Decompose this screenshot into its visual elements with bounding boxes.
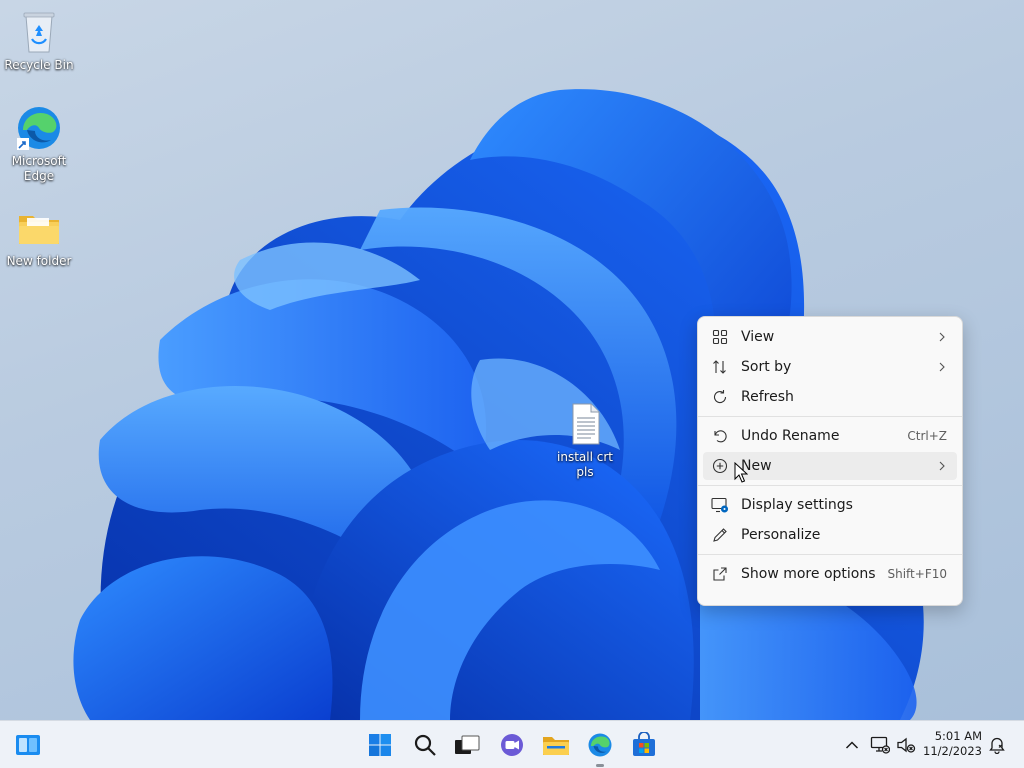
menu-item-label: New [741,458,772,474]
desktop-icon-label: New folder [6,254,72,268]
menu-item-view[interactable]: View [703,323,957,351]
desktop-icon-microsoft-edge[interactable]: Microsoft Edge [3,104,75,184]
menu-item-personalize[interactable]: Personalize [703,521,957,549]
desktop-icon-install-crt-pls[interactable]: install crt pls [549,400,621,480]
task-view-icon [455,735,480,754]
taskbar-chat-button[interactable] [496,729,528,761]
taskbar-widgets-button[interactable] [12,729,44,761]
sort-arrows-icon [710,357,730,377]
menu-item-label: Display settings [741,497,853,513]
menu-item-shortcut: Shift+F10 [887,567,947,581]
chevron-right-icon [937,331,947,343]
recycle-bin-icon [23,12,55,53]
menu-separator [698,416,962,417]
widgets-icon [16,735,40,755]
edge-icon [588,733,612,757]
desktop-context-menu[interactable]: View Sort by Refresh Undo Rename Ctrl+Z … [697,316,963,606]
menu-item-shortcut: Ctrl+Z [907,429,947,443]
folder-icon [19,216,59,244]
text-file-icon [572,403,600,445]
desktop-icon-label: install crt pls [557,450,613,479]
taskbar-store-button[interactable] [628,729,660,761]
desktop-icon-label: Microsoft Edge [11,154,67,183]
desktop-icon-new-folder[interactable]: New folder [3,204,75,269]
taskbar-task-view-button[interactable] [451,729,483,761]
menu-separator [698,554,962,555]
edge-icon [17,107,60,150]
menu-item-label: Undo Rename [741,428,840,444]
menu-item-label: Personalize [741,527,821,543]
display-settings-icon [710,495,730,515]
taskbar-search-button[interactable] [409,729,441,761]
taskbar-file-explorer-button[interactable] [540,729,572,761]
tray-volume-button[interactable] [892,729,920,761]
mouse-pointer-icon [734,462,748,483]
menu-separator [698,485,962,486]
desktop-icon-recycle-bin[interactable]: Recycle Bin [3,8,75,73]
menu-item-show-more-options[interactable]: Show more options Shift+F10 [703,560,957,588]
search-icon [414,734,436,756]
menu-item-label: Sort by [741,359,792,375]
notification-bell-icon [989,737,1005,754]
pen-icon [710,525,730,545]
taskbar-edge-button[interactable] [584,729,616,767]
tray-network-button[interactable] [866,729,894,761]
menu-item-sort-by[interactable]: Sort by [703,353,957,381]
desktop-icon-label: Recycle Bin [4,58,74,72]
menu-item-label: Show more options [741,566,876,582]
share-arrow-icon [710,564,730,584]
undo-icon [710,426,730,446]
tray-notifications-button[interactable] [984,729,1010,761]
store-icon [633,732,655,756]
refresh-icon [710,387,730,407]
teams-chat-icon [501,734,523,756]
tray-time: 5:01 AM [934,729,982,743]
folder-icon [543,737,569,755]
volume-muted-icon [897,737,916,753]
network-disconnected-icon [870,736,890,754]
tray-show-hidden-icons-button[interactable] [837,729,867,761]
taskbar: 5:01 AM 11/2/2023 [0,720,1024,768]
plus-circle-icon [710,456,730,476]
tray-clock[interactable]: 5:01 AM 11/2/2023 [923,729,982,759]
menu-item-refresh[interactable]: Refresh [703,383,957,411]
taskbar-start-button[interactable] [364,729,396,761]
running-indicator [596,764,604,767]
menu-item-undo-rename[interactable]: Undo Rename Ctrl+Z [703,422,957,450]
grid-view-icon [710,327,730,347]
menu-item-display-settings[interactable]: Display settings [703,491,957,519]
tray-date: 11/2/2023 [923,744,982,758]
windows-start-icon [369,734,391,756]
menu-item-label: View [741,329,775,345]
menu-item-label: Refresh [741,389,794,405]
chevron-right-icon [937,361,947,373]
chevron-up-icon [845,741,859,749]
chevron-right-icon [937,460,947,472]
desktop[interactable]: Recycle Bin Microsoft Edge New folder in… [0,0,1024,720]
